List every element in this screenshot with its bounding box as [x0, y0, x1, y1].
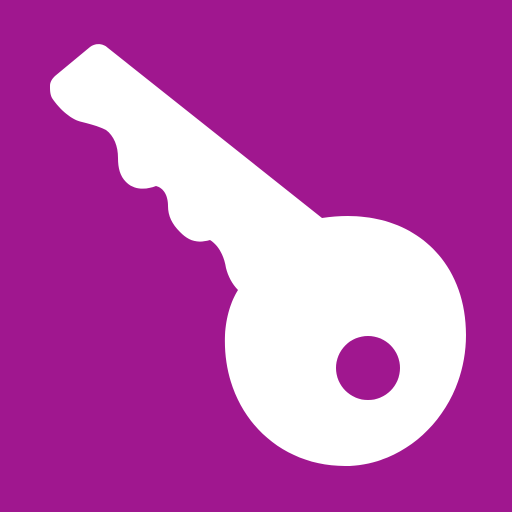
key-icon	[0, 0, 512, 512]
app-tile[interactable]	[0, 0, 512, 512]
